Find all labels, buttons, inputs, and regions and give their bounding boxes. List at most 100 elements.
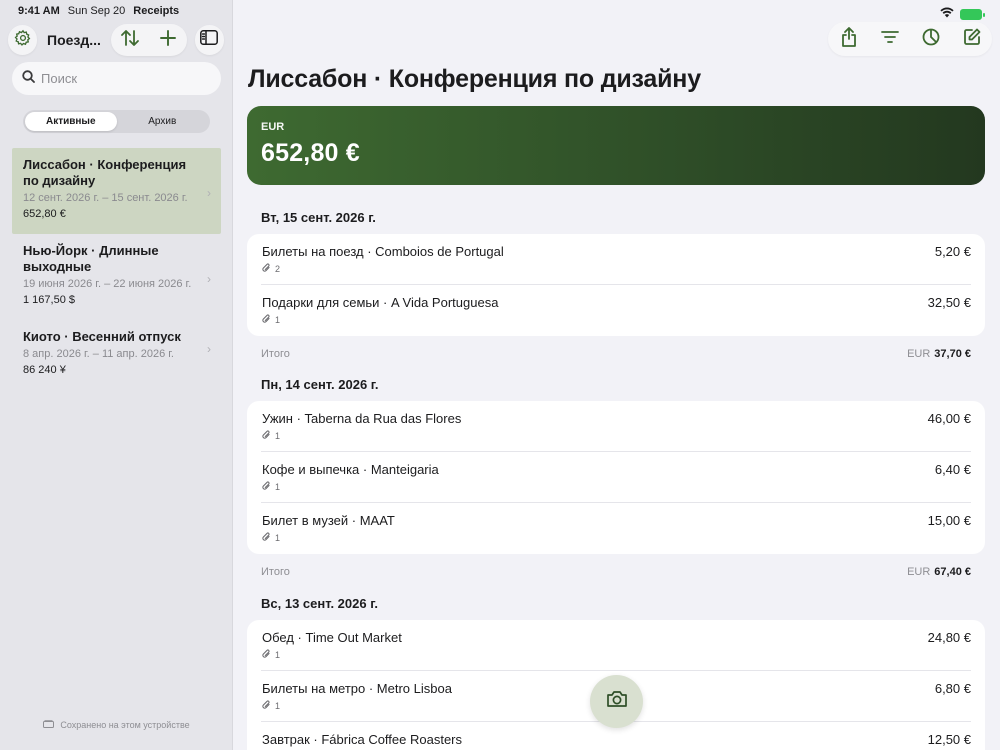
expense-amount: 46,00 €: [927, 411, 971, 426]
attachment-count: 1: [262, 532, 280, 544]
expense-amount: 24,80 €: [927, 630, 971, 645]
main-toolbar: [828, 22, 992, 56]
sidebar: Поезд... Активные Архив: [0, 0, 233, 750]
filter-button[interactable]: [869, 22, 910, 56]
subtotal-value: EUR 37,70 €: [907, 348, 971, 360]
subtotal-label: Итого: [261, 566, 290, 578]
expense-amount: 12,50 €: [927, 732, 971, 747]
attachment-count: 1: [262, 430, 280, 442]
attachment-count-value: 1: [275, 482, 281, 492]
expense-row[interactable]: Билеты на поезд · Comboios de Portugal 2…: [261, 234, 971, 285]
trip-dates: 8 апр. 2026 г. – 11 апр. 2026 г.: [23, 348, 174, 360]
attachment-count-value: 1: [275, 533, 281, 543]
paperclip-icon: [262, 649, 271, 661]
total-amount: 652,80 €: [261, 139, 360, 167]
saved-note-text: Сохранено на этом устройстве: [60, 720, 190, 730]
compose-icon: [963, 28, 981, 51]
expense-name: Билеты на поезд · Comboios de Portugal: [262, 244, 504, 259]
expense-amount: 32,50 €: [927, 295, 971, 310]
attachment-count-value: 1: [275, 701, 281, 711]
status-date: Sun Sep 20: [67, 5, 126, 17]
status-left: 9:41 AM Sun Sep 20 Receipts: [18, 5, 179, 17]
search-input[interactable]: [41, 71, 191, 86]
trip-dates: 19 июня 2026 г. – 22 июня 2026 г.: [23, 278, 192, 290]
trip-total-card: EUR 652,80 €: [247, 106, 985, 185]
sidebar-toggle-button[interactable]: [194, 25, 224, 55]
gear-icon: [14, 29, 32, 52]
settings-button[interactable]: [8, 25, 38, 55]
wifi-icon: [940, 5, 954, 23]
expense-row[interactable]: Обед · Time Out Market 1 24,80 €: [261, 620, 971, 671]
expense-list: Билеты на поезд · Comboios de Portugal 2…: [247, 234, 985, 336]
trip-item-lisbon[interactable]: Лиссабон · Конференция по дизайну 12 сен…: [12, 148, 221, 234]
expense-amount: 6,80 €: [934, 681, 971, 696]
attachment-count-value: 1: [275, 431, 281, 441]
status-right: [940, 5, 985, 23]
attachment-count: 1: [262, 649, 280, 661]
saved-on-device-note: Сохранено на этом устройстве: [0, 720, 233, 730]
sidebar-icon: [200, 30, 219, 50]
day-section: Вт, 15 сент. 2026 г. Билеты на поезд · C…: [247, 206, 985, 372]
day-header: Пн, 14 сент. 2026 г.: [261, 377, 379, 392]
sidebar-action-group: [110, 24, 187, 56]
attachment-count: 1: [262, 314, 280, 326]
status-time: 9:41 AM: [18, 5, 60, 17]
subtotal-currency: EUR: [907, 348, 931, 360]
share-button[interactable]: [828, 22, 869, 56]
battery-icon: [960, 8, 985, 20]
paperclip-icon: [262, 481, 271, 493]
edit-button[interactable]: [951, 22, 992, 56]
subtotal-currency: EUR: [907, 566, 931, 578]
day-subtotal: Итого EUR 67,40 €: [247, 554, 985, 590]
paperclip-icon: [262, 430, 271, 442]
attachment-count-value: 2: [275, 264, 281, 274]
subtotal-amount: 67,40 €: [934, 566, 971, 578]
expense-list: Ужин · Taberna da Rua das Flores 1 46,00…: [247, 401, 985, 554]
sort-button[interactable]: [111, 24, 149, 56]
expense-name: Билет в музей · MAAT: [262, 513, 395, 528]
chevron-right-icon: ›: [207, 272, 211, 286]
trip-name: Киото · Весенний отпуск: [23, 329, 181, 344]
camera-icon: [606, 690, 628, 713]
expense-name: Подарки для семьи · A Vida Portuguesa: [262, 295, 499, 310]
plus-icon: [160, 29, 176, 51]
page-title: Лиссабон · Конференция по дизайну: [248, 65, 701, 93]
scan-receipt-button[interactable]: [590, 675, 643, 728]
sidebar-title: Поезд...: [47, 32, 101, 48]
filter-icon: [880, 30, 899, 49]
paperclip-icon: [262, 532, 271, 544]
expense-row[interactable]: Билет в музей · MAAT 1 15,00 €: [261, 503, 971, 554]
expense-row[interactable]: Подарки для семьи · A Vida Portuguesa 1 …: [261, 285, 971, 336]
expense-row[interactable]: Ужин · Taberna da Rua das Flores 1 46,00…: [261, 401, 971, 452]
share-icon: [841, 26, 857, 52]
subtotal-amount: 37,70 €: [934, 348, 971, 360]
segment-archive[interactable]: Архив: [117, 112, 209, 131]
expense-amount: 15,00 €: [927, 513, 971, 528]
day-section: Пн, 14 сент. 2026 г. Ужин · Taberna da R…: [247, 373, 985, 590]
paperclip-icon: [262, 700, 271, 712]
day-subtotal: Итого EUR 37,70 €: [247, 336, 985, 372]
device-icon: [43, 720, 55, 730]
expense-name: Завтрак · Fábrica Coffee Roasters: [262, 732, 463, 747]
search-field[interactable]: [12, 62, 221, 95]
trip-dates: 12 сент. 2026 г. – 15 сент. 2026 г.: [23, 192, 188, 204]
trip-list: Лиссабон · Конференция по дизайну 12 сен…: [12, 148, 221, 385]
attachment-count: 2: [262, 263, 280, 275]
trip-item-kyoto[interactable]: Киото · Весенний отпуск 8 апр. 2026 г. –…: [12, 320, 221, 385]
attachment-count: 1: [262, 481, 280, 493]
sort-arrows-icon: [120, 29, 140, 52]
expense-name: Ужин · Taberna da Rua das Flores: [262, 411, 462, 426]
segment-active[interactable]: Активные: [25, 112, 117, 131]
chart-button[interactable]: [910, 22, 951, 56]
paperclip-icon: [262, 314, 271, 326]
trip-item-new-york[interactable]: Нью-Йорк · Длинные выходные 19 июня 2026…: [12, 234, 221, 320]
day-header: Вт, 15 сент. 2026 г.: [261, 210, 376, 225]
search-icon: [22, 69, 35, 88]
expense-row[interactable]: Кофе и выпечка · Manteigaria 1 6,40 €: [261, 452, 971, 503]
expense-name: Кофе и выпечка · Manteigaria: [262, 462, 439, 477]
status-bar: 9:41 AM Sun Sep 20 Receipts: [0, 0, 1000, 24]
trip-total: 1 167,50 $: [23, 294, 75, 306]
trip-total: 652,80 €: [23, 208, 66, 220]
expense-amount: 6,40 €: [934, 462, 971, 477]
add-trip-button[interactable]: [149, 24, 187, 56]
